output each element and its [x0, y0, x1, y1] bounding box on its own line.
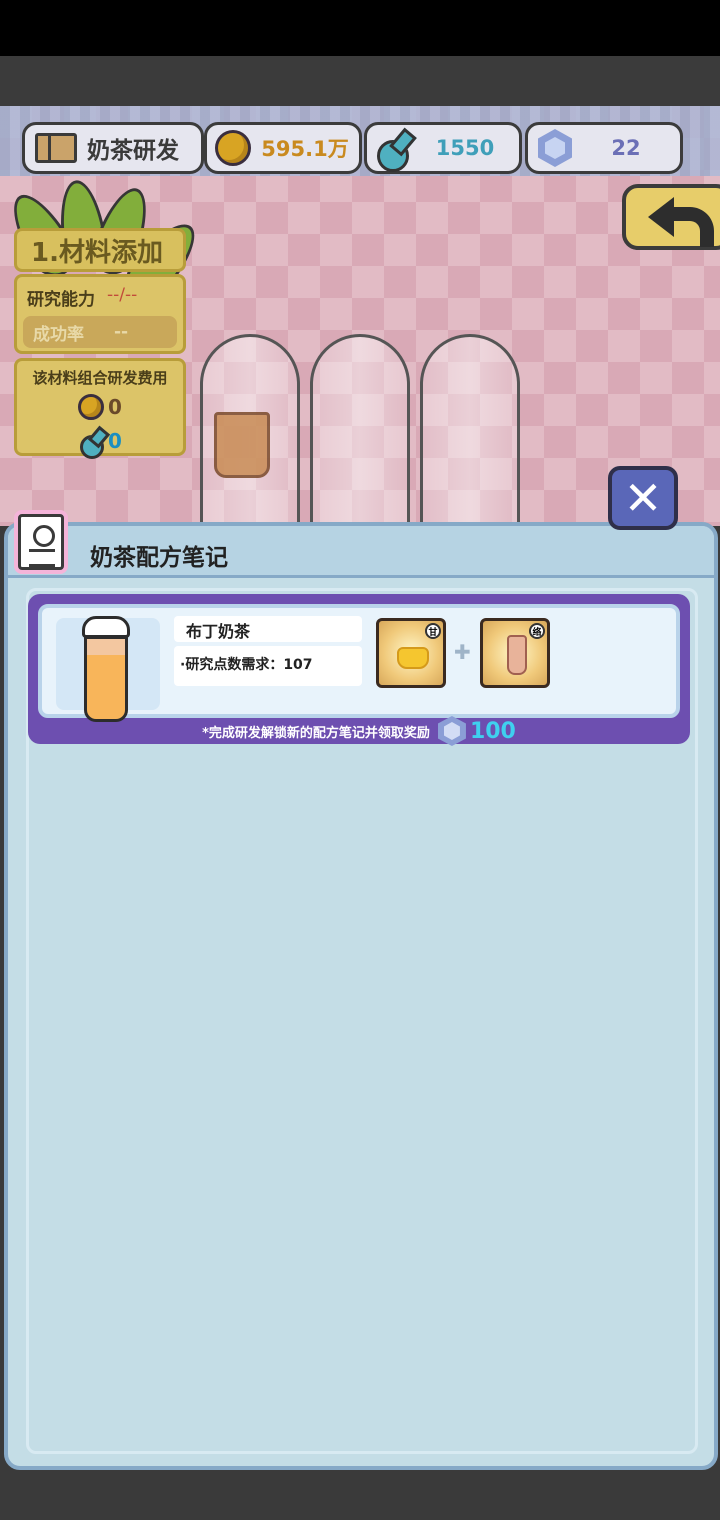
cost-flasks: 0 [108, 429, 122, 453]
plus-icon: ✚ [454, 640, 471, 664]
status-bar [0, 0, 720, 56]
coin-counter[interactable]: 595.1万 [204, 122, 362, 174]
panel-title: 奶茶配方笔记 [90, 545, 228, 571]
reward-text: *完成研发解锁新的配方笔记并领取奖励 [202, 725, 430, 741]
panel-header: 奶茶配方笔记 [8, 526, 714, 578]
research-stats: 研究能力 --/-- 成功率 -- [14, 274, 186, 354]
back-arrow-icon [648, 197, 714, 247]
success-label: 成功率 [33, 324, 84, 345]
close-button[interactable]: ✕ [608, 466, 678, 530]
coin-icon [215, 130, 251, 166]
recipe-requirement: ·研究点数需求：107 [174, 646, 362, 686]
success-value: -- [114, 322, 129, 342]
recipe-card-inner: 布丁奶茶 ·研究点数需求：107 甘 ✚ 络 [38, 604, 680, 722]
drink-cup-icon [214, 412, 270, 478]
back-button[interactable] [622, 184, 720, 250]
glass-icon [507, 635, 527, 675]
ingredient-badge: 甘 [425, 623, 441, 639]
hud-title: 奶茶研发 [22, 122, 204, 174]
flask-icon [78, 428, 105, 459]
reward-line: *完成研发解锁新的配方笔记并领取奖励 100 [28, 716, 690, 746]
ingredient-jar-2[interactable] [310, 334, 410, 534]
ability-value: --/-- [107, 285, 138, 305]
step-label: 1.材料添加 [14, 228, 186, 272]
reward-amount: 100 [469, 718, 516, 744]
close-icon: ✕ [623, 471, 663, 525]
recipe-card[interactable]: 布丁奶茶 ·研究点数需求：107 甘 ✚ 络 *完成研发解锁新的配方笔记并领取奖… [28, 594, 690, 746]
gem-icon [437, 716, 466, 746]
ingredient-milk-tea[interactable]: 络 [480, 618, 550, 688]
ability-label: 研究能力 [27, 290, 95, 310]
cost-title: 该材料组合研发费用 [32, 369, 168, 387]
flask-icon [375, 130, 411, 172]
cost-coins: 0 [108, 395, 122, 419]
flask-counter[interactable]: 1550 [364, 122, 522, 174]
milk-tea-cup-icon [82, 616, 130, 722]
coin-icon [78, 394, 105, 420]
top-bar-background [0, 56, 720, 106]
ingredient-jar-3[interactable] [420, 334, 520, 534]
hud-title-label: 奶茶研发 [87, 138, 179, 164]
ingredient-pudding[interactable]: 甘 [376, 618, 446, 688]
gem-value: 22 [611, 136, 641, 160]
gem-icon [538, 129, 572, 167]
ingredient-badge: 络 [529, 623, 545, 639]
gem-counter[interactable]: 22 [525, 122, 683, 174]
recipe-name: 布丁奶茶 [174, 616, 362, 642]
pudding-icon [397, 647, 429, 669]
notebook-icon [12, 502, 76, 578]
cost-box: 该材料组合研发费用 0 0 [14, 358, 186, 459]
coin-value: 595.1万 [261, 137, 349, 161]
flask-value: 1550 [435, 136, 495, 160]
research-book-icon [35, 133, 77, 163]
